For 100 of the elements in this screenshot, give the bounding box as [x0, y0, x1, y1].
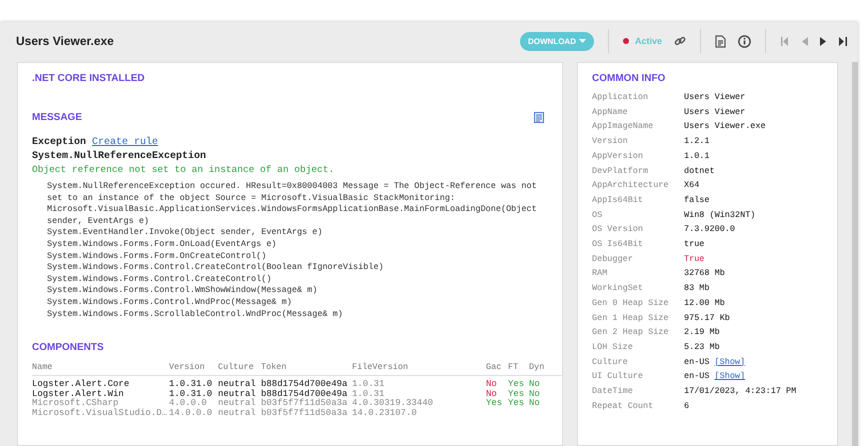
info-label: Application: [592, 91, 650, 104]
table-cell-text: 4.0.30319.33440: [352, 399, 434, 409]
table-cell-text: No: [529, 380, 541, 390]
table-cell-text: Logster.Alert.Win: [32, 390, 125, 399]
exception-label: Exception: [32, 137, 86, 148]
info-value: X64: [684, 179, 700, 192]
column-header: Token: [261, 362, 288, 372]
table-cell-text: 1.0.31: [352, 390, 386, 399]
table-cell-text: 14.0.0.0: [169, 408, 214, 418]
info-label: Gen 2 Heap Size: [592, 326, 670, 340]
section-heading: COMPONENTS: [32, 342, 105, 354]
table-cell-text: No: [529, 399, 541, 409]
info-value: 975.17 Kb: [684, 312, 730, 325]
info-value: Users Viewer: [684, 106, 746, 119]
section-heading: MESSAGE: [32, 112, 82, 123]
info-value: Users Viewer.exe: [684, 120, 766, 134]
table-cell-text: b03f5f7f11d50a3a: [261, 408, 348, 418]
info-label: Culture: [592, 356, 629, 369]
section-heading: .NET CORE INSTALLED: [32, 73, 146, 84]
table-cell-text: 4.0.0.0: [169, 399, 208, 409]
stack-trace-line: System.Windows.Forms.Form.OnLoad(EventArgs e): [47, 238, 278, 251]
info-value: Win8 (Win32NT): [684, 208, 756, 222]
create-rule-link[interactable]: Create rule: [92, 137, 158, 148]
info-value: 83 Mb: [684, 282, 710, 296]
stack-trace-line: System.NullReferenceException occured. HResult=0x80004003 Message = The Object-Reference was not set to an instance of the object Source = Microsoft.VisualBasic StackMonitoring: Microsoft.VisualBasic.ApplicationServices.WindowsFormsApplicationBase.MainFormLoadingDone(Object sender, EventArgs e): [47, 181, 538, 228]
info-label: Version: [592, 135, 629, 148]
info-value: True: [684, 252, 704, 266]
stack-trace-line: System.Windows.Forms.Form.OnCreateControl(): [47, 250, 268, 262]
exception-summary: Object reference not set to an instance of an object.: [32, 164, 336, 175]
table-cell-text: b88d1754d700e49a: [261, 390, 348, 399]
table-cell-text: 1.0.31.0: [169, 390, 214, 399]
info-label: Debugger: [592, 252, 634, 266]
section-heading: COMMON INFO: [592, 73, 666, 84]
info-label: Repeat Count: [592, 400, 654, 413]
stack-trace-line: System.Windows.Forms.Control.WmShowWindow(Message& m): [47, 285, 318, 297]
table-cell-text: neutral: [218, 399, 257, 408]
info-value: false: [684, 194, 710, 207]
table-cell-text: neutral: [218, 408, 257, 418]
info-value: en-US: [684, 356, 710, 369]
table-cell-text: neutral: [218, 390, 257, 399]
table-cell-text: Yes: [508, 399, 526, 409]
info-label: AppName: [592, 106, 629, 119]
column-header: Dyn: [529, 362, 546, 372]
table-cell-text: b88d1754d700e49a: [261, 380, 348, 390]
info-label: WorkingSet: [592, 282, 644, 296]
info-value: true: [684, 238, 704, 252]
window-title: Users Viewer.exe: [16, 34, 114, 48]
table-cell-text: Logster.Alert.Core: [32, 380, 130, 390]
info-label: UI Culture: [592, 370, 644, 384]
next-icon[interactable]: [820, 36, 827, 46]
info-value: en-US: [684, 370, 710, 384]
table-cell-text: Microsoft.VisualStudio.D…: [32, 408, 168, 418]
info-label: LOH Size: [592, 340, 634, 354]
document-icon[interactable]: [715, 34, 726, 48]
table-cell-text: No: [486, 380, 498, 390]
stack-trace-line: System.Windows.Forms.Control.CreateControl(): [47, 274, 272, 286]
column-header: Gac: [486, 362, 502, 372]
info-label: OS Version: [592, 223, 644, 236]
info-value: 1.0.1: [684, 150, 710, 163]
exception-type: System.NullReferenceException: [32, 151, 208, 162]
last-page-icon[interactable]: [839, 36, 848, 46]
info-label: Gen 1 Heap Size: [592, 312, 670, 325]
info-label: DateTime: [592, 385, 634, 398]
info-value: dotnet: [684, 164, 715, 178]
info-label: AppImageName: [592, 120, 654, 134]
info-value: 2.19 Mb: [684, 326, 720, 340]
table-cell-text: Yes: [508, 390, 526, 399]
table-cell-text: neutral: [218, 380, 257, 390]
stack-trace-line: System.Windows.Forms.ScrollableControl.WndProc(Message& m): [47, 308, 344, 320]
table-cell-text: No: [486, 390, 498, 399]
info-label: AppArchitecture: [592, 179, 670, 192]
link-icon[interactable]: [674, 35, 686, 47]
column-header: Culture: [218, 362, 255, 372]
info-label: OS Is64Bit: [592, 238, 644, 252]
info-value: 7.3.9200.0: [684, 223, 736, 236]
table-cell-text: 1.0.31: [352, 380, 386, 390]
info-label: AppVersion: [592, 150, 644, 163]
info-value: 12.00 Mb: [684, 296, 725, 310]
status-label: Active: [634, 36, 662, 46]
table-cell-text: 14.0.23107.0: [352, 408, 418, 418]
info-label: Gen 0 Heap Size: [592, 296, 670, 310]
column-header: Name: [32, 362, 54, 372]
stack-trace-line: System.Windows.Forms.Control.WndProc(Message& m): [47, 296, 293, 309]
show-link[interactable]: [Show]: [714, 354, 746, 370]
column-header: FT: [508, 362, 520, 372]
show-link[interactable]: [Show]: [714, 369, 746, 384]
info-label: OS: [592, 208, 604, 222]
stack-trace-line: System.Windows.Forms.Control.CreateControl(Boolean fIgnoreVisible): [47, 262, 385, 274]
info-value: 5.23 Mb: [684, 340, 720, 354]
table-cell-text: b03f5f7f11d50a3a: [261, 399, 348, 408]
list-icon[interactable]: [534, 112, 544, 123]
table-cell-text: Yes: [508, 380, 526, 390]
stack-trace-line: System.EventHandler.Invoke(Object sender, EventArgs e): [47, 227, 324, 239]
info-value: 6: [684, 400, 690, 413]
caret-icon: [578, 39, 586, 43]
info-label: AppIs64Bit: [592, 194, 644, 207]
table-cell-text: 1.0.31.0: [169, 380, 214, 390]
info-icon[interactable]: [738, 34, 751, 48]
column-header: FileVersion: [352, 362, 410, 372]
table-cell-text: Microsoft.CSharp: [32, 399, 120, 408]
